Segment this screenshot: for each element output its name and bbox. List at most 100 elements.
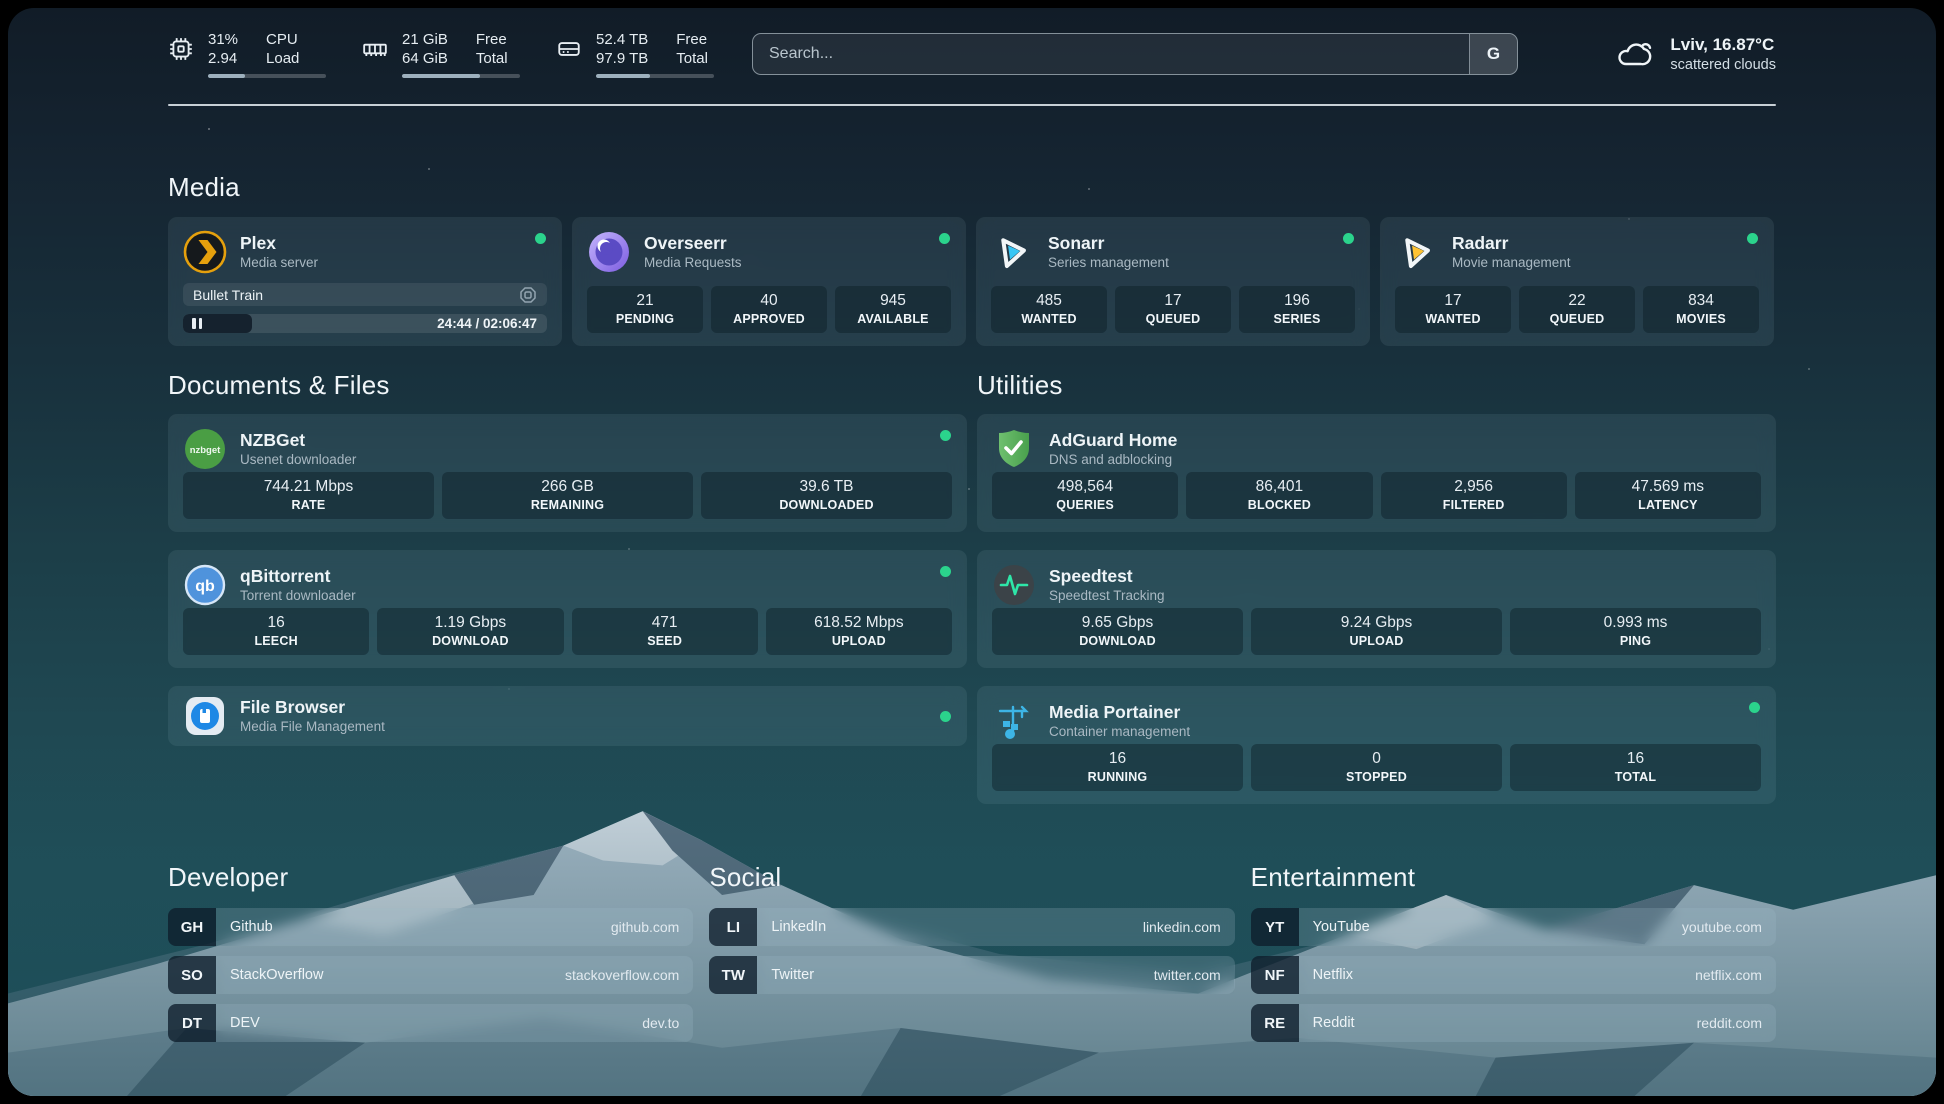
stat-box: 2,956 FILTERED — [1381, 472, 1567, 519]
stat-label: APPROVED — [733, 311, 805, 328]
search-engine-button[interactable]: G — [1469, 34, 1517, 74]
stat-value: 0 — [1372, 749, 1381, 769]
card-subtitle: Series management — [1048, 254, 1169, 272]
stat-value: 834 — [1688, 291, 1714, 311]
stat-box: 86,401 BLOCKED — [1186, 472, 1372, 519]
service-card-qbittorrent[interactable]: qb qBittorrent Torrent downloader 16 LEE… — [168, 550, 967, 668]
service-card-overseerr[interactable]: Overseerr Media Requests 21 PENDING 40 A… — [572, 217, 966, 346]
stat-value: 2,956 — [1454, 477, 1493, 497]
weather-condition: scattered clouds — [1670, 56, 1776, 75]
card-title: Sonarr — [1048, 232, 1169, 254]
disk-free-label: Free — [676, 30, 708, 49]
header-divider — [168, 104, 1776, 106]
weather-widget: Lviv, 16.87°C scattered clouds — [1556, 32, 1776, 76]
dashboard: 31% 2.94 CPU Load — [8, 8, 1936, 1096]
bookmark-abbr: TW — [709, 956, 757, 994]
stat-value: 16 — [1627, 749, 1644, 769]
stat-box: 0 STOPPED — [1251, 744, 1502, 791]
service-card-filebrowser[interactable]: File Browser Media File Management — [168, 686, 967, 746]
disk-meter-fill — [596, 74, 650, 78]
service-card-nzbget[interactable]: nzbget NZBGet Usenet downloader 744.21 M… — [168, 414, 967, 532]
stat-label: LEECH — [254, 633, 297, 650]
stat-box: 471 SEED — [572, 608, 758, 655]
pause-icon[interactable] — [192, 318, 202, 329]
bookmark-youtube[interactable]: YT YouTube youtube.com — [1251, 908, 1776, 946]
stat-label: DOWNLOAD — [432, 633, 509, 650]
stat-value: 618.52 Mbps — [814, 613, 904, 633]
service-card-portainer[interactable]: Media Portainer Container management 16 … — [977, 686, 1776, 804]
stat-box: 17 WANTED — [1395, 286, 1511, 333]
stat-value: 1.19 Gbps — [435, 613, 507, 633]
stat-box: 498,564 QUERIES — [992, 472, 1178, 519]
service-card-radarr[interactable]: Radarr Movie management 17 WANTED 22 QUE… — [1380, 217, 1774, 346]
cpu-usage-value: 31% — [208, 30, 238, 49]
documents-column: Documents & Files nzbget NZBGet Usenet d… — [168, 370, 967, 804]
stat-label: MOVIES — [1676, 311, 1726, 328]
stat-box: 9.24 Gbps UPLOAD — [1251, 608, 1502, 655]
bookmark-abbr: SO — [168, 956, 216, 994]
bookmark-linkedin[interactable]: LI LinkedIn linkedin.com — [709, 908, 1234, 946]
bookmark-name: Reddit — [1313, 1015, 1355, 1031]
utilities-column: Utilities AdGuard — [977, 370, 1776, 804]
gear-icon[interactable] — [519, 286, 537, 304]
memory-total-value: 64 GiB — [402, 49, 448, 68]
load-label: Load — [266, 49, 299, 68]
service-card-sonarr[interactable]: Sonarr Series management 485 WANTED 17 Q… — [976, 217, 1370, 346]
stat-label: FILTERED — [1443, 497, 1505, 514]
bookmark-dev[interactable]: DT DEV dev.to — [168, 1004, 693, 1042]
stat-value: 40 — [760, 291, 777, 311]
playback-time: 24:44 / 02:06:47 — [437, 314, 537, 333]
bookmark-netflix[interactable]: NF Netflix netflix.com — [1251, 956, 1776, 994]
bookmark-url: github.com — [611, 919, 679, 935]
service-card-speedtest[interactable]: Speedtest Speedtest Tracking 9.65 Gbps D… — [977, 550, 1776, 668]
stat-box: 618.52 Mbps UPLOAD — [766, 608, 952, 655]
weather-location-temp: Lviv, 16.87°C — [1670, 34, 1776, 56]
stat-label: RUNNING — [1088, 769, 1148, 786]
disk-free-value: 52.4 TB — [596, 30, 648, 49]
stat-box: 0.993 ms PING — [1510, 608, 1761, 655]
status-dot — [940, 566, 951, 577]
bookmark-url: reddit.com — [1697, 1015, 1762, 1031]
plex-icon — [183, 230, 227, 274]
stat-box: 16 TOTAL — [1510, 744, 1761, 791]
stat-value: 39.6 TB — [799, 477, 853, 497]
service-card-plex[interactable]: Plex Media server Bullet Train — [168, 217, 562, 346]
ram-icon — [362, 36, 388, 62]
cpu-label: CPU — [266, 30, 299, 49]
search-input[interactable] — [753, 34, 1469, 74]
stat-value: 485 — [1036, 291, 1062, 311]
stat-label: DOWNLOAD — [1079, 633, 1156, 650]
bookmark-twitter[interactable]: TW Twitter twitter.com — [709, 956, 1234, 994]
stat-label: UPLOAD — [832, 633, 886, 650]
stat-label: DOWNLOADED — [779, 497, 873, 514]
bookmark-group-entertainment: Entertainment YT YouTube youtube.com NF … — [1251, 862, 1776, 1042]
top-bar: 31% 2.94 CPU Load — [168, 30, 1776, 78]
memory-free-label: Free — [476, 30, 508, 49]
cloud-icon — [1612, 32, 1656, 76]
card-subtitle: Container management — [1049, 723, 1190, 741]
cpu-load-value: 2.94 — [208, 49, 238, 68]
stat-value: 9.24 Gbps — [1341, 613, 1413, 633]
bookmark-reddit[interactable]: RE Reddit reddit.com — [1251, 1004, 1776, 1042]
stat-label: QUEUED — [1550, 311, 1605, 328]
stat-label: QUERIES — [1056, 497, 1114, 514]
stat-value: 86,401 — [1256, 477, 1303, 497]
stat-box: 834 MOVIES — [1643, 286, 1759, 333]
stat-box: 16 LEECH — [183, 608, 369, 655]
bookmark-abbr: GH — [168, 908, 216, 946]
stat-box: 22 QUEUED — [1519, 286, 1635, 333]
bookmark-github[interactable]: GH Github github.com — [168, 908, 693, 946]
service-card-adguard[interactable]: AdGuard Home DNS and adblocking 498,564 … — [977, 414, 1776, 532]
bookmark-abbr: RE — [1251, 1004, 1299, 1042]
stat-box: 21 PENDING — [587, 286, 703, 333]
card-subtitle: Usenet downloader — [240, 451, 356, 469]
section-title-documents: Documents & Files — [168, 370, 967, 401]
stat-value: 16 — [268, 613, 285, 633]
cpu-widget: 31% 2.94 CPU Load — [168, 30, 326, 78]
bookmark-stackoverflow[interactable]: SO StackOverflow stackoverflow.com — [168, 956, 693, 994]
stat-value: 22 — [1568, 291, 1585, 311]
stat-box: 47.569 ms LATENCY — [1575, 472, 1761, 519]
bookmark-url: dev.to — [642, 1015, 679, 1031]
stat-label: RATE — [292, 497, 326, 514]
stat-value: 17 — [1444, 291, 1461, 311]
